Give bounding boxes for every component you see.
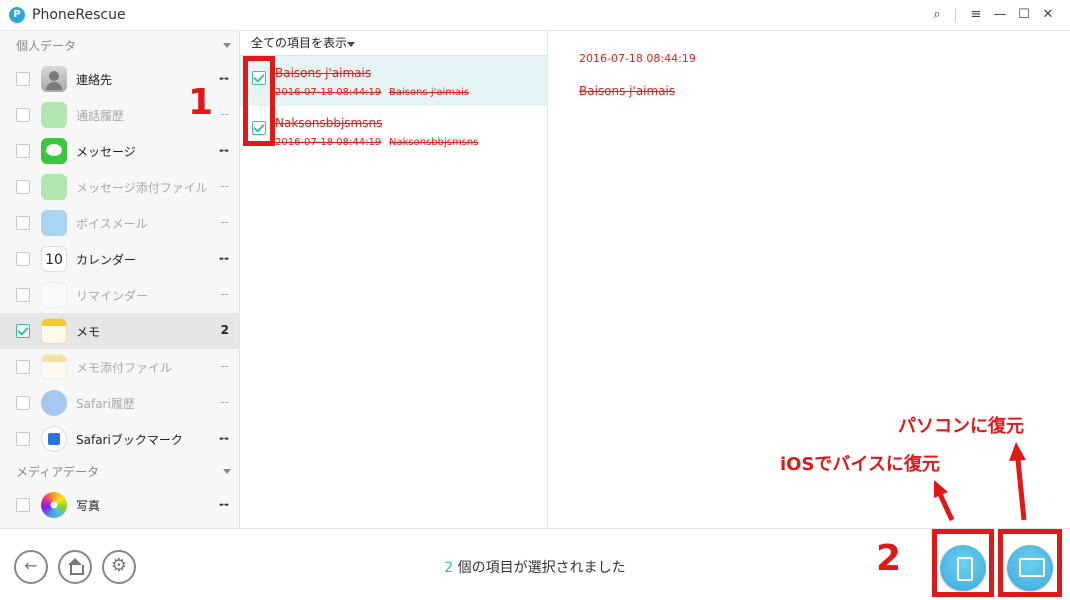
detail-date: 2016-07-18 08:44:19 xyxy=(579,52,696,65)
item-count: -- xyxy=(219,431,229,445)
sidebar-item-label: ボイスメール xyxy=(76,217,148,231)
checkbox[interactable] xyxy=(16,288,30,302)
sidebar-item-calendar[interactable]: 10 カレンダー -- xyxy=(0,241,239,277)
checkbox[interactable] xyxy=(16,360,30,374)
item-count: -- xyxy=(219,71,229,85)
sidebar-item-messages[interactable]: メッセージ -- xyxy=(0,133,239,169)
note-title: Naksonsbbjsmsns xyxy=(275,116,383,130)
item-count: -- xyxy=(220,107,229,121)
item-count: -- xyxy=(220,287,229,301)
checkbox[interactable] xyxy=(16,216,30,230)
sidebar-item-photos[interactable]: 写真 -- xyxy=(0,487,239,523)
sidebar-item-label: メッセージ添付ファイル xyxy=(76,181,208,195)
safari-history-icon xyxy=(41,390,67,416)
messages-icon xyxy=(41,138,67,164)
item-count: -- xyxy=(219,497,229,511)
maximize-button[interactable]: ☐ xyxy=(1014,6,1034,24)
message-attachment-icon xyxy=(41,174,67,200)
checkbox[interactable] xyxy=(16,252,30,266)
section-header-personal[interactable]: 個人データ xyxy=(0,31,239,61)
sidebar-item-safari-history[interactable]: Safari履歴 -- xyxy=(0,385,239,421)
search-icon[interactable]: ⌕ xyxy=(927,6,947,24)
checkbox[interactable] xyxy=(16,72,30,86)
app-title: PhoneRescue xyxy=(32,7,126,23)
app-logo-icon: P xyxy=(9,7,25,23)
note-title: Baisons j'aimais xyxy=(275,66,372,80)
sidebar-item-label: カレンダー xyxy=(76,253,137,267)
section-header-media[interactable]: メディアデータ xyxy=(0,457,239,487)
notes-icon xyxy=(41,318,67,344)
annotation-box-restore-pc xyxy=(998,529,1062,597)
voicemail-icon xyxy=(41,210,67,236)
sidebar-item-label: Safariブックマーク xyxy=(76,433,183,447)
item-count: -- xyxy=(219,251,229,265)
footer-bar: 2 個の項目が選択されました xyxy=(0,528,1070,600)
photos-icon xyxy=(41,492,67,518)
menu-icon[interactable]: ≡ xyxy=(966,6,986,24)
contacts-icon xyxy=(41,66,67,92)
sidebar-item-label: リマインダー xyxy=(76,289,149,303)
sidebar-item-label: 通話履歴 xyxy=(76,109,125,123)
sidebar-item-label: メモ添付ファイル xyxy=(76,361,173,375)
notes-attachment-icon xyxy=(41,354,67,380)
sidebar-item-notes[interactable]: メモ 2 xyxy=(0,313,239,349)
annotation-box-checkboxes xyxy=(243,56,275,146)
divider xyxy=(955,8,956,22)
list-item[interactable]: Baisons j'aimais 2016-07-18 08:44:19 Bai… xyxy=(240,56,547,106)
note-date: 2016-07-18 08:44:19 xyxy=(275,87,382,98)
sidebar-item-label: 写真 xyxy=(76,499,101,513)
checkbox[interactable] xyxy=(16,432,30,446)
section-title: 個人データ xyxy=(16,39,77,53)
detail-body: Baisons j'aimais xyxy=(579,84,676,98)
notes-list-pane: 全ての項目を表示 Baisons j'aimais 2016-07-18 08:… xyxy=(240,31,548,528)
checkbox[interactable] xyxy=(16,144,30,158)
filter-label: 全ての項目を表示 xyxy=(251,36,348,50)
minimize-button[interactable]: — xyxy=(990,6,1010,24)
selection-status: 2 個の項目が選択されました xyxy=(0,557,1070,577)
annotation-box-restore-ios xyxy=(932,529,994,597)
safari-bookmark-icon xyxy=(41,426,67,452)
selected-count: 2 xyxy=(444,560,454,576)
chevron-down-icon xyxy=(223,469,231,474)
annotation-label-pc: パソコンに復元 xyxy=(898,416,1024,437)
item-count: 2 xyxy=(220,323,229,337)
checkbox[interactable] xyxy=(16,180,30,194)
sidebar-item-label: メッセージ xyxy=(76,145,136,159)
checkbox[interactable] xyxy=(16,108,30,122)
note-preview: Baisons j'aimais xyxy=(389,87,470,98)
checkbox[interactable] xyxy=(16,324,30,338)
reminders-icon xyxy=(41,282,67,308)
filter-dropdown[interactable]: 全ての項目を表示 xyxy=(240,31,547,56)
close-button[interactable]: ✕ xyxy=(1038,6,1058,24)
item-count: -- xyxy=(220,395,229,409)
title-bar: P PhoneRescue ⌕ ≡ — ☐ ✕ xyxy=(0,0,1070,31)
note-date: 2016-07-18 08:44:19 xyxy=(275,137,382,148)
chevron-down-icon xyxy=(223,43,231,48)
sidebar-item-reminders[interactable]: リマインダー -- xyxy=(0,277,239,313)
sidebar-item-voicemail[interactable]: ボイスメール -- xyxy=(0,205,239,241)
section-title: メディアデータ xyxy=(16,465,100,479)
sidebar-item-label: 連絡先 xyxy=(76,73,113,87)
sidebar-item-notes-attachments[interactable]: メモ添付ファイル -- xyxy=(0,349,239,385)
annotation-step-1: 1 xyxy=(188,82,214,123)
list-item[interactable]: Naksonsbbjsmsns 2016-07-18 08:44:19 Naks… xyxy=(240,106,547,156)
annotation-label-ios: iOSでバイスに復元 xyxy=(780,454,940,475)
window-controls: ⌕ ≡ — ☐ ✕ xyxy=(923,6,1058,24)
checkbox[interactable] xyxy=(16,396,30,410)
annotation-step-2: 2 xyxy=(876,538,902,579)
sidebar-item-message-attachments[interactable]: メッセージ添付ファイル -- xyxy=(0,169,239,205)
item-count: -- xyxy=(220,215,229,229)
checkbox[interactable] xyxy=(16,498,30,512)
item-count: -- xyxy=(219,143,229,157)
sidebar-item-label: Safari履歴 xyxy=(76,397,135,411)
calendar-icon: 10 xyxy=(41,246,67,272)
note-preview: Naksonsbbjsmsns xyxy=(389,137,479,148)
item-count: -- xyxy=(220,179,229,193)
chevron-down-icon xyxy=(347,42,355,47)
item-count: -- xyxy=(220,359,229,373)
status-label: 個の項目が選択されました xyxy=(453,560,626,576)
phone-icon xyxy=(41,102,67,128)
sidebar-item-label: メモ xyxy=(76,325,101,339)
sidebar-item-safari-bookmarks[interactable]: Safariブックマーク -- xyxy=(0,421,239,457)
